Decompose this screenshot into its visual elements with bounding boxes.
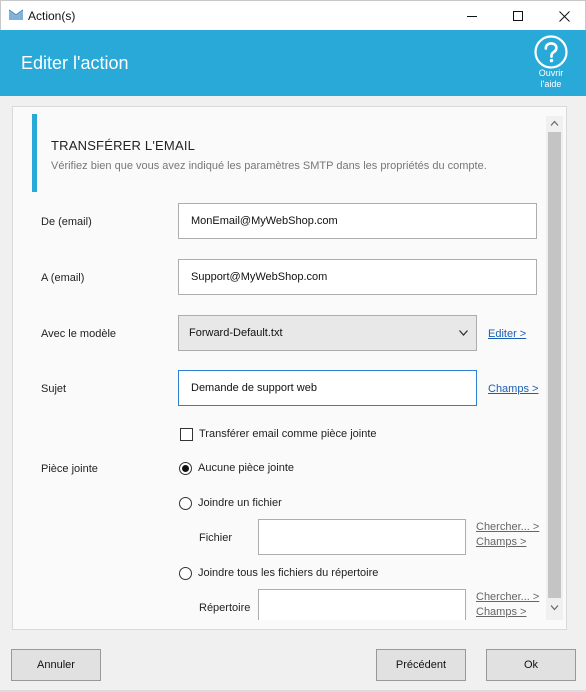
forward-as-attachment-label[interactable]: Transférer email comme pièce jointe: [199, 428, 377, 440]
radio-attach-directory[interactable]: [179, 567, 192, 580]
close-button[interactable]: [541, 1, 586, 31]
template-selected-value: Forward-Default.txt: [189, 327, 283, 339]
ok-button[interactable]: Ok: [486, 649, 576, 681]
previous-button[interactable]: Précédent: [376, 649, 466, 681]
subject-label: Sujet: [41, 383, 67, 395]
scroll-up-icon[interactable]: [550, 119, 559, 128]
app-icon: [9, 9, 23, 20]
section-subtitle: Vérifiez bien que vous avez indiqué les …: [51, 160, 487, 172]
template-edit-link[interactable]: Editer >: [488, 328, 526, 340]
scroll-down-icon[interactable]: [550, 603, 559, 612]
help-icon[interactable]: [533, 34, 569, 70]
template-select[interactable]: Forward-Default.txt: [178, 315, 477, 351]
subject-fields-link[interactable]: Champs >: [488, 383, 538, 395]
radio-attach-directory-label[interactable]: Joindre tous les fichiers du répertoire: [198, 567, 378, 579]
subject-field[interactable]: Demande de support web: [178, 370, 477, 406]
radio-attach-file[interactable]: [179, 497, 192, 510]
maximize-button[interactable]: [495, 1, 541, 31]
directory-label: Répertoire: [199, 602, 251, 614]
close-icon: [558, 10, 570, 22]
scroll-thumb[interactable]: [548, 132, 561, 598]
cancel-button[interactable]: Annuler: [11, 649, 101, 681]
to-label: A (email): [41, 272, 85, 284]
file-input[interactable]: [258, 519, 466, 555]
to-email-field[interactable]: Support@MyWebShop.com: [178, 259, 537, 295]
maximize-icon: [513, 11, 523, 21]
file-label: Fichier: [199, 532, 233, 544]
from-label: De (email): [41, 216, 92, 228]
radio-attach-file-label[interactable]: Joindre un fichier: [198, 497, 282, 509]
directory-input[interactable]: [258, 589, 466, 620]
directory-browse-link[interactable]: Chercher... >: [476, 591, 539, 603]
dialog-header: Editer l'action: [0, 30, 586, 96]
window-titlebar: Action(s): [0, 0, 586, 30]
file-fields-link[interactable]: Champs >: [476, 536, 526, 548]
file-browse-link[interactable]: Chercher... >: [476, 521, 539, 533]
directory-fields-link[interactable]: Champs >: [476, 606, 526, 618]
dialog-title: Editer l'action: [21, 53, 129, 73]
minimize-icon: [467, 16, 477, 17]
section-title: TRANSFÉRER L'EMAIL: [51, 138, 196, 153]
minimize-button[interactable]: [449, 1, 495, 31]
attachment-label: Pièce jointe: [41, 463, 98, 475]
section-header: [32, 114, 532, 192]
window-title: Action(s): [28, 9, 76, 23]
radio-no-attachment[interactable]: [179, 462, 192, 475]
template-label: Avec le modèle: [41, 328, 117, 340]
forward-as-attachment-checkbox[interactable]: [180, 428, 193, 441]
chevron-down-icon: [459, 330, 468, 336]
radio-no-attachment-label[interactable]: Aucune pièce jointe: [198, 462, 294, 474]
from-email-field[interactable]: MonEmail@MyWebShop.com: [178, 203, 537, 239]
help-label[interactable]: Ouvrir l'aide: [526, 68, 576, 90]
